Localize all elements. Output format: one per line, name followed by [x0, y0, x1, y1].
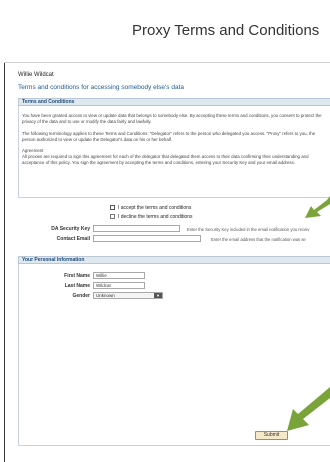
- terms-paragraph-1: You have been granted access to view or …: [22, 113, 322, 124]
- arrow-icon-top: [305, 196, 330, 218]
- accept-option[interactable]: I accept the terms and conditions: [110, 205, 191, 212]
- page-header: Proxy Terms and Conditions: [4, 0, 330, 63]
- personal-info-box: [18, 264, 330, 446]
- accept-checkbox[interactable]: [110, 205, 115, 211]
- personal-info-section-header: Your Personal Information: [18, 256, 330, 264]
- user-name: Willie Wildcat: [18, 72, 54, 78]
- chevron-down-icon[interactable]: ▼: [154, 293, 162, 298]
- agreement-label: Agreement: [22, 148, 44, 153]
- contact-email-hint: Enter the email address that the notific…: [211, 237, 306, 242]
- accept-label: I accept the terms and conditions: [118, 205, 192, 211]
- decline-label: I decline the terms and conditions: [118, 214, 193, 220]
- terms-section-header: Terms and Conditions: [18, 98, 330, 106]
- last-name-input[interactable]: Wildcat: [93, 282, 145, 289]
- security-key-input[interactable]: [93, 225, 180, 232]
- gender-value: Unknown: [96, 293, 115, 298]
- decline-checkbox[interactable]: [110, 214, 115, 220]
- gender-label: Gender: [72, 293, 90, 299]
- contact-email-input[interactable]: [93, 235, 201, 242]
- last-name-label: Last Name: [64, 283, 90, 289]
- arrow-icon: [287, 387, 330, 431]
- terms-heading: Terms and conditions for accessing someb…: [18, 84, 184, 91]
- decline-option[interactable]: I decline the terms and conditions: [110, 214, 193, 221]
- gender-select[interactable]: Unknown ▼: [93, 292, 163, 299]
- terms-paragraph-2: The following terminology applies to the…: [22, 131, 316, 142]
- first-name-input[interactable]: Willie: [93, 272, 145, 279]
- first-name-label: First Name: [64, 273, 90, 279]
- page-title: Proxy Terms and Conditions: [132, 22, 320, 39]
- security-key-label: DA Security Key: [51, 226, 90, 232]
- terms-paragraph-3: All proxies are required to sign this ag…: [22, 154, 309, 165]
- submit-button[interactable]: Submit: [255, 431, 288, 440]
- contact-email-label: Contact Email: [56, 236, 90, 242]
- security-key-hint: Enter the Security Key included in the e…: [187, 227, 310, 232]
